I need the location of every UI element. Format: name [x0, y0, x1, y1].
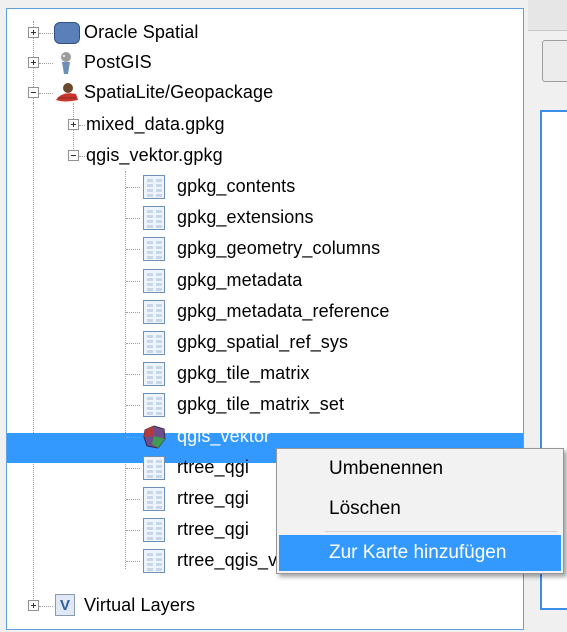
spatialite-icon [56, 83, 78, 102]
tree-item-label: gpkg_spatial_ref_sys [177, 332, 349, 352]
table-icon [143, 362, 165, 387]
tree-line [126, 218, 140, 220]
tree-item-label: qgis_vektor [177, 425, 271, 446]
tree-line [33, 103, 34, 603]
tree-line [126, 499, 140, 500]
polygon-layer-icon [143, 425, 166, 449]
oracle-spatial-icon [54, 22, 80, 44]
tree-item-label: qgis_vektor.gpkg [86, 145, 223, 165]
tree-item-label: rtree_qgi [177, 456, 249, 477]
table-icon [143, 487, 165, 511]
table-icon [143, 518, 165, 543]
expand-icon[interactable] [28, 27, 39, 38]
tree-line [39, 606, 53, 607]
table-icon [143, 455, 165, 480]
tree-line [126, 436, 140, 438]
tree-line [126, 249, 140, 251]
tree-line [126, 311, 140, 313]
tree-item-label: PostGIS [84, 52, 152, 72]
postgis-icon [61, 52, 71, 74]
tree-item-label: gpkg_geometry_columns [177, 238, 381, 259]
table-icon [143, 393, 165, 418]
virtual-layers-icon: V [55, 594, 75, 616]
expand-icon[interactable] [68, 119, 79, 130]
menu-item-add-to-map[interactable]: Zur Karte hinzufügen [279, 535, 561, 571]
tree-line [126, 374, 140, 376]
menu-item-delete[interactable]: Löschen [279, 491, 561, 527]
tree-item-label: gpkg_extensions [177, 207, 314, 228]
collapse-icon[interactable] [28, 87, 39, 98]
right-panel-button[interactable] [542, 40, 567, 82]
tree-item-label: Oracle Spatial [84, 22, 199, 42]
menu-separator [325, 531, 557, 532]
menu-item-label: Löschen [329, 498, 401, 519]
tree-line [126, 405, 140, 407]
tree-item-label: SpatiaLite/Geopackage [84, 82, 274, 102]
tree-item-label: gpkg_tile_matrix [177, 363, 310, 384]
table-icon [143, 331, 165, 355]
table-icon [143, 299, 165, 324]
tree-line [126, 561, 140, 563]
tree-item-label: rtree_qgi [177, 519, 249, 540]
tree-line [126, 530, 140, 532]
tree-line [125, 171, 126, 569]
context-menu: Umbenennen Löschen Zur Karte hinzufügen [276, 448, 564, 574]
tree-item-label: gpkg_contents [177, 176, 296, 196]
tree-line [39, 63, 53, 64]
tree-line [126, 467, 140, 469]
right-panel-header [528, 0, 567, 31]
tree-line [39, 93, 53, 94]
tree-line [126, 187, 140, 188]
tree-item-label: gpkg_metadata_reference [177, 300, 390, 321]
expand-icon[interactable] [28, 57, 39, 68]
menu-item-label: Umbenennen [329, 458, 444, 479]
tree-item-label: gpkg_tile_matrix_set [177, 394, 345, 415]
tree-line [126, 280, 140, 282]
table-icon [143, 549, 165, 574]
tree-item-label: Virtual Layers [84, 595, 196, 615]
table-icon [143, 237, 165, 262]
table-icon [143, 175, 165, 199]
tree-line [79, 125, 85, 126]
table-icon [143, 268, 165, 293]
tree-item-label: gpkg_metadata [177, 269, 303, 290]
tree-line [39, 33, 53, 34]
tree-item-label: rtree_qgi [177, 488, 249, 508]
table-icon [143, 206, 165, 231]
expand-icon[interactable] [28, 600, 39, 611]
menu-item-label: Zur Karte hinzufügen [329, 542, 507, 563]
tree-item-label: mixed_data.gpkg [86, 114, 225, 134]
tree-line [79, 156, 85, 157]
tree-line [126, 343, 140, 344]
collapse-icon[interactable] [68, 150, 79, 161]
menu-item-rename[interactable]: Umbenennen [279, 451, 561, 487]
